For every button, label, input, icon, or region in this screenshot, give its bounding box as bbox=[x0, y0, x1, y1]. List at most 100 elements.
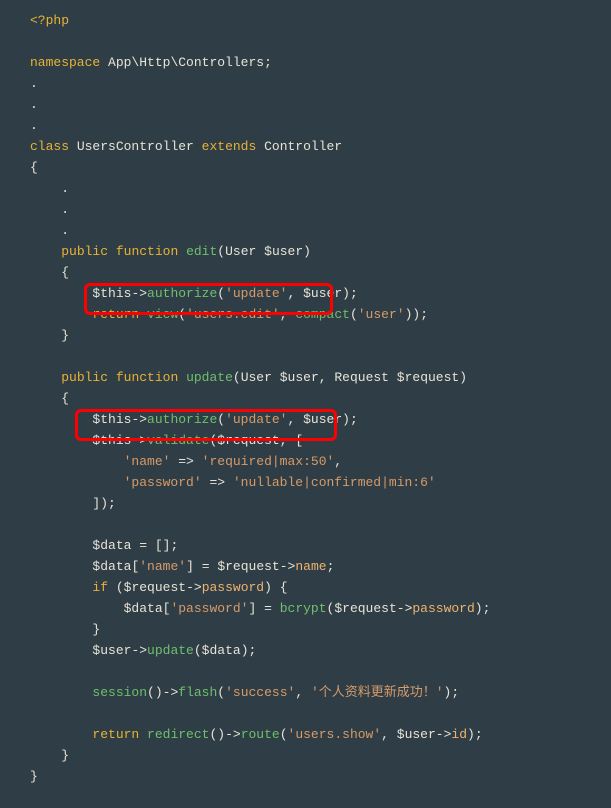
fat-arrow: => bbox=[209, 475, 225, 490]
var-user: $user bbox=[92, 643, 131, 658]
var-this: $this bbox=[92, 412, 131, 427]
arrow: -> bbox=[436, 727, 452, 742]
namespace-path: App\Http\Controllers bbox=[108, 55, 264, 70]
fn-update: update bbox=[186, 370, 233, 385]
var-user: $user bbox=[264, 244, 303, 259]
str-success: 'success' bbox=[225, 685, 295, 700]
comma: , bbox=[334, 454, 342, 469]
arrow: -> bbox=[131, 433, 147, 448]
var-data: $data bbox=[202, 643, 241, 658]
comma: , bbox=[280, 433, 288, 448]
semi: ; bbox=[451, 685, 459, 700]
prop-id: id bbox=[451, 727, 467, 742]
var-data: $data bbox=[124, 601, 163, 616]
paren: ) bbox=[475, 601, 483, 616]
var-this: $this bbox=[92, 286, 131, 301]
bracket: [ bbox=[295, 433, 303, 448]
str-update: 'update' bbox=[225, 286, 287, 301]
ellipsis-dot: . bbox=[30, 76, 38, 91]
var-user: $user bbox=[303, 286, 342, 301]
arrow: -> bbox=[280, 559, 296, 574]
str-password-rule: 'nullable|confirmed|min:6' bbox=[233, 475, 436, 490]
comma: , bbox=[280, 307, 288, 322]
kw-public: public bbox=[61, 370, 108, 385]
brace: { bbox=[61, 265, 69, 280]
kw-function: function bbox=[116, 370, 178, 385]
str-name-key: 'name' bbox=[139, 559, 186, 574]
str-users-edit: 'users.edit' bbox=[186, 307, 280, 322]
arrow: -> bbox=[163, 685, 179, 700]
paren: ) bbox=[217, 727, 225, 742]
type-user: User bbox=[225, 244, 256, 259]
paren: ) bbox=[100, 496, 108, 511]
comma: , bbox=[288, 412, 296, 427]
comma: , bbox=[381, 727, 389, 742]
var-request: $request bbox=[334, 601, 396, 616]
type-user: User bbox=[241, 370, 272, 385]
semi: ; bbox=[350, 412, 358, 427]
var-data: $data bbox=[92, 559, 131, 574]
brace: } bbox=[92, 622, 100, 637]
kw-return: return bbox=[92, 727, 139, 742]
paren: ) bbox=[342, 412, 350, 427]
kw-return: return bbox=[92, 307, 139, 322]
semi: ; bbox=[170, 538, 178, 553]
call-bcrypt: bcrypt bbox=[280, 601, 327, 616]
semi: ; bbox=[420, 307, 428, 322]
semi: ; bbox=[350, 286, 358, 301]
kw-class: class bbox=[30, 139, 69, 154]
paren: ) bbox=[241, 643, 249, 658]
bracket: ] bbox=[186, 559, 194, 574]
ellipsis-dot: . bbox=[61, 181, 69, 196]
call-route: route bbox=[241, 727, 280, 742]
kw-if: if bbox=[92, 580, 108, 595]
paren: ( bbox=[350, 307, 358, 322]
type-request: Request bbox=[334, 370, 389, 385]
parent-class: Controller bbox=[264, 139, 342, 154]
fat-arrow: => bbox=[178, 454, 194, 469]
paren: ( bbox=[217, 412, 225, 427]
var-user: $user bbox=[397, 727, 436, 742]
call-compact: compact bbox=[295, 307, 350, 322]
arrow: -> bbox=[131, 412, 147, 427]
call-view: view bbox=[147, 307, 178, 322]
str-name-rule: 'required|max:50' bbox=[202, 454, 335, 469]
var-request: $request bbox=[217, 559, 279, 574]
brace: { bbox=[280, 580, 288, 595]
kw-extends: extends bbox=[202, 139, 257, 154]
kw-public: public bbox=[61, 244, 108, 259]
call-authorize: authorize bbox=[147, 412, 217, 427]
ellipsis-dot: . bbox=[61, 223, 69, 238]
str-name-key: 'name' bbox=[124, 454, 171, 469]
var-request: $request bbox=[397, 370, 459, 385]
semi: ; bbox=[483, 601, 491, 616]
eq: = bbox=[202, 559, 210, 574]
brace: { bbox=[30, 160, 38, 175]
call-redirect: redirect bbox=[147, 727, 209, 742]
comma: , bbox=[319, 370, 327, 385]
fn-edit: edit bbox=[186, 244, 217, 259]
paren: ) bbox=[459, 370, 467, 385]
code-block: <?php namespace App\Http\Controllers; . … bbox=[0, 0, 611, 797]
call-flash: flash bbox=[178, 685, 217, 700]
brace: } bbox=[61, 328, 69, 343]
call-session: session bbox=[92, 685, 147, 700]
ellipsis-dot: . bbox=[30, 118, 38, 133]
var-user: $user bbox=[303, 412, 342, 427]
prop-name: name bbox=[295, 559, 326, 574]
paren: ) bbox=[264, 580, 272, 595]
arrow: -> bbox=[186, 580, 202, 595]
empty-array: [] bbox=[155, 538, 171, 553]
var-request: $request bbox=[124, 580, 186, 595]
paren: ( bbox=[116, 580, 124, 595]
comma: , bbox=[295, 685, 303, 700]
paren: ( bbox=[147, 685, 155, 700]
brace: } bbox=[61, 748, 69, 763]
str-password-key: 'password' bbox=[170, 601, 248, 616]
arrow: -> bbox=[131, 286, 147, 301]
var-user: $user bbox=[280, 370, 319, 385]
kw-function: function bbox=[116, 244, 178, 259]
paren: ( bbox=[194, 643, 202, 658]
var-this: $this bbox=[92, 433, 131, 448]
arrow: -> bbox=[397, 601, 413, 616]
